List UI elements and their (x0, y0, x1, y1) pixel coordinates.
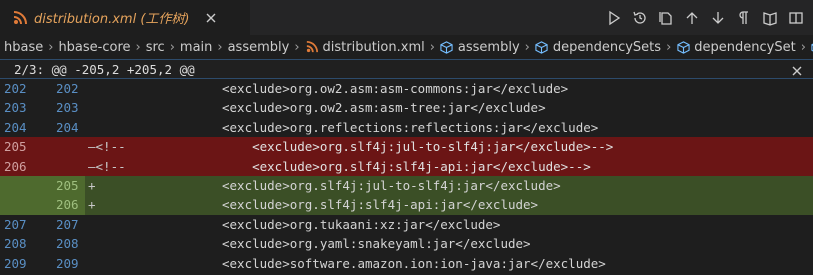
editor-actions (601, 0, 809, 35)
code-line: 208 208 <exclude>org.yaml:snakeyaml:jar<… (0, 234, 813, 253)
breadcrumb-item[interactable]: assembly (228, 40, 290, 55)
whitespace-icon[interactable] (731, 5, 757, 31)
symbol-icon (676, 40, 690, 54)
tab-title: distribution.xml (工作树) (34, 12, 190, 27)
new-line-number: 203 (56, 100, 79, 116)
chevron-right-icon: › (524, 39, 530, 55)
tab-bar: distribution.xml (工作树) (0, 0, 813, 35)
book-icon[interactable] (757, 5, 783, 31)
old-line-number: 206 (4, 158, 27, 174)
close-icon[interactable] (203, 10, 219, 26)
new-line-number: 202 (56, 81, 79, 96)
open-changes-icon[interactable] (653, 5, 679, 31)
added-line: 206 + <exclude>org.slf4j:slf4j-api:jar</… (0, 195, 813, 215)
symbol-icon (535, 40, 549, 54)
new-line-number: 205 (56, 177, 79, 193)
breadcrumb-item[interactable]: hbase-core (58, 40, 130, 55)
history-icon[interactable] (627, 5, 653, 31)
next-change-icon[interactable] (705, 5, 731, 31)
close-icon[interactable] (791, 62, 805, 76)
old-line-number: 207 (4, 216, 27, 232)
chevron-right-icon: › (429, 39, 435, 55)
old-line-number: 204 (4, 119, 27, 135)
new-line-number: 207 (56, 216, 79, 232)
rss-icon (305, 40, 319, 54)
code-line: 202 202 <exclude>org.ow2.asm:asm-commons… (0, 79, 813, 98)
chevron-right-icon: › (294, 39, 300, 55)
added-line: 205 + <exclude>org.slf4j:jul-to-slf4j:ja… (0, 175, 813, 196)
line-content: <exclude>org.tukaani:xz:jar</exclude> (222, 216, 501, 232)
chevron-right-icon: › (169, 39, 175, 55)
old-line-number: 202 (4, 81, 27, 96)
diff-hunk-header: 2/3: @@ -205,2 +205,2 @@ (0, 59, 813, 79)
breadcrumb-symbol[interactable]: dependencySet (676, 40, 796, 55)
old-line-number: 209 (4, 255, 27, 271)
split-editor-icon[interactable] (783, 5, 809, 31)
line-content: <exclude>org.reflections:reflections:jar… (222, 119, 599, 135)
new-line-number: 206 (56, 197, 79, 213)
line-content: <exclude>org.ow2.asm:asm-commons:jar</ex… (222, 81, 569, 96)
chevron-right-icon: › (135, 39, 141, 55)
new-line-number: 208 (56, 236, 79, 252)
breadcrumb-symbol[interactable]: assembly (440, 40, 520, 55)
removed-line: 206 —<!-- <exclude>org.slf4j:slf4j-api:j… (0, 156, 813, 176)
previous-change-icon[interactable] (679, 5, 705, 31)
editor-tab[interactable]: distribution.xml (工作树) (0, 0, 250, 35)
code-line: 203 203 <exclude>org.ow2.asm:asm-tree:ja… (0, 98, 813, 117)
line-content: <exclude>org.slf4j:jul-to-slf4j:jar</exc… (222, 177, 561, 193)
hunk-label: 2/3: @@ -205,2 +205,2 @@ (14, 62, 195, 77)
line-content: <exclude>org.ow2.asm:asm-tree:jar</exclu… (222, 100, 546, 116)
line-content: <exclude>org.slf4j:slf4j-api:jar</exclud… (222, 197, 539, 213)
diff-editor[interactable]: 202 202 <exclude>org.ow2.asm:asm-commons… (0, 79, 813, 273)
diff-marker: —<!-- (88, 139, 126, 155)
chevron-right-icon: › (666, 39, 672, 55)
diff-marker: —<!-- (88, 158, 126, 174)
breadcrumb-item[interactable]: src (146, 40, 165, 55)
breadcrumb-symbol[interactable]: dependencySets (535, 40, 661, 55)
symbol-icon (440, 40, 454, 54)
breadcrumb-item[interactable]: main (180, 40, 212, 55)
breadcrumb-item[interactable]: hbase (4, 40, 43, 55)
new-line-number: 209 (56, 255, 79, 271)
line-content: <exclude>org.yaml:snakeyaml:jar</exclude… (222, 236, 531, 252)
breadcrumb: hbase › hbase-core › src › main › assemb… (0, 35, 813, 59)
diff-marker: + (88, 197, 96, 213)
chevron-right-icon: › (800, 39, 806, 55)
breadcrumb-file[interactable]: distribution.xml (305, 40, 425, 55)
line-content: <exclude>org.slf4j:jul-to-slf4j:jar</exc… (222, 139, 614, 155)
line-content: <exclude>org.slf4j:slf4j-api:jar</exclud… (222, 158, 591, 174)
removed-line: 205 —<!-- <exclude>org.slf4j:jul-to-slf4… (0, 137, 813, 157)
chevron-right-icon: › (217, 39, 223, 55)
code-line: 209 209 <exclude>software.amazon.ion:ion… (0, 254, 813, 273)
new-line-number: 204 (56, 119, 79, 135)
rss-icon (12, 10, 28, 26)
line-content: <exclude>software.amazon.ion:ion-java:ja… (222, 255, 606, 271)
chevron-right-icon: › (48, 39, 54, 55)
diff-marker: + (88, 177, 96, 193)
old-line-number: 208 (4, 236, 27, 252)
code-line: 207 207 <exclude>org.tukaani:xz:jar</exc… (0, 215, 813, 234)
old-line-number: 203 (4, 100, 27, 116)
code-line: 204 204 <exclude>org.reflections:reflect… (0, 118, 813, 137)
run-icon[interactable] (601, 5, 627, 31)
old-line-number: 205 (4, 139, 27, 155)
